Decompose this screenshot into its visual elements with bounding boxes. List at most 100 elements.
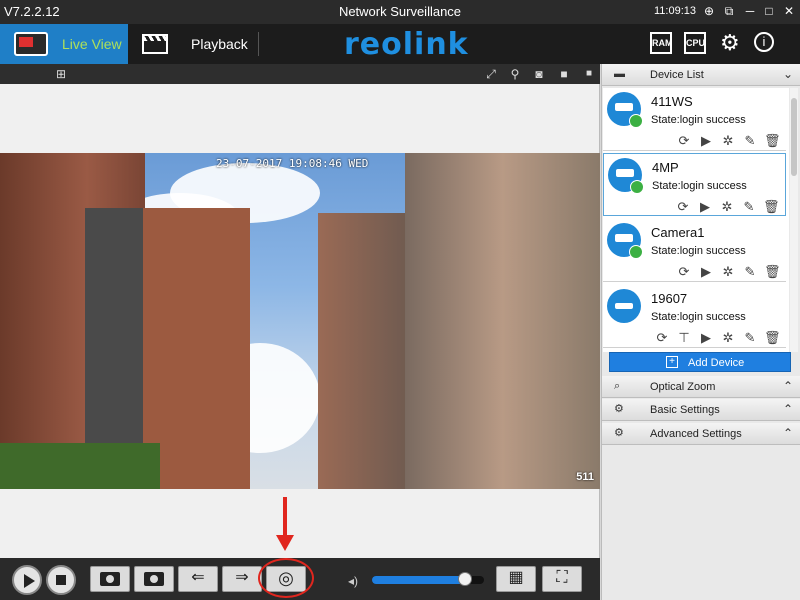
grid-layout-icon: ▦ [508, 569, 524, 586]
annotation-circle [258, 558, 314, 598]
device-state: State:login success [652, 180, 747, 192]
stop-icon [56, 575, 66, 585]
building [318, 213, 413, 489]
record-button[interactable] [134, 566, 174, 592]
volume-handle[interactable] [457, 572, 472, 586]
play-icon[interactable]: ▶ [698, 330, 714, 346]
live-view-area: 23-07-2017 19:08:46 WED 511 [0, 84, 600, 558]
annotation-arrow [276, 497, 294, 551]
zoom-icon[interactable]: ⚲ [508, 67, 522, 81]
device-state: State:login success [651, 114, 746, 126]
chevron-up-icon[interactable]: ⌃ [783, 379, 793, 393]
record-icon[interactable]: ■ [557, 67, 571, 81]
device-list-scrollbar[interactable] [790, 88, 798, 352]
optical-zoom-header[interactable]: ⌕ Optical Zoom ⌃ [602, 376, 800, 398]
optical-zoom-title: Optical Zoom [650, 381, 716, 393]
edit-icon[interactable]: ✎ [742, 133, 758, 149]
device-card[interactable]: Camera1 State:login success ⟳ ▶ ✲ ✎ 🗑 [603, 219, 786, 282]
cpu-icon[interactable]: CPU [684, 32, 706, 54]
nvr-device-icon [607, 289, 641, 323]
fullscreen-expand-icon: ⛶ [556, 569, 568, 586]
next-button[interactable]: ⇒ [222, 566, 262, 592]
trees [0, 443, 160, 489]
play-button[interactable] [12, 565, 42, 595]
video-camera-icon [144, 572, 164, 586]
gear-icon[interactable]: ⚙ [720, 30, 740, 56]
settings-icon[interactable]: ✲ [720, 133, 736, 149]
advanced-settings-header[interactable]: ⚙ Advanced Settings ⌃ [602, 423, 800, 445]
refresh-icon[interactable]: ⟳ [676, 133, 692, 149]
fullscreen-icon[interactable]: ⤢ [484, 67, 498, 81]
previous-button[interactable]: ⇐ [178, 566, 218, 592]
play-icon[interactable]: ▶ [698, 264, 714, 280]
info-icon[interactable]: i [754, 32, 774, 52]
arrow-left-icon: ⇐ [191, 569, 205, 586]
osd-channel: 511 [576, 471, 594, 483]
device-list-header[interactable]: ▬ Device List ⌄ [602, 64, 800, 86]
delete-icon[interactable]: 🗑 [764, 133, 781, 149]
device-card[interactable]: 411WS State:login success ⟳ ▶ ✲ ✎ 🗑 [603, 88, 786, 151]
volume-icon[interactable]: ◂) [348, 574, 358, 588]
camera-list-icon[interactable]: ⊤ [676, 330, 692, 346]
edit-icon[interactable]: ✎ [742, 264, 758, 280]
edit-icon[interactable]: ✎ [742, 330, 758, 346]
device-list-title: Device List [650, 69, 704, 81]
ram-icon[interactable]: RAM [650, 32, 673, 54]
device-list: 411WS State:login success ⟳ ▶ ✲ ✎ 🗑 4MP Stat… [603, 88, 789, 352]
delete-icon[interactable]: 🗑 [764, 330, 781, 346]
add-device-button[interactable]: + Add Device [609, 352, 791, 372]
camera-device-icon [608, 158, 644, 194]
snapshot-button[interactable] [90, 566, 130, 592]
camera-icon [100, 572, 120, 586]
tab-live-view[interactable]: Live View [0, 24, 128, 64]
settings-icon[interactable]: ✲ [720, 330, 736, 346]
add-device-label: Add Device [688, 357, 745, 369]
volume-fill [372, 576, 465, 584]
restore-icon[interactable]: ⧉ [722, 4, 736, 18]
basic-settings-title: Basic Settings [650, 404, 720, 416]
settings-icon[interactable]: ✲ [719, 199, 735, 215]
layout-button[interactable]: ▦ [496, 566, 536, 592]
refresh-icon[interactable]: ⟳ [676, 264, 692, 280]
device-actions: ⟳ ▶ ✲ ✎ 🗑 [669, 198, 780, 215]
delete-icon[interactable]: 🗑 [763, 199, 780, 215]
device-list-icon: ▬ [614, 68, 625, 80]
play-icon[interactable]: ▶ [697, 199, 713, 215]
camera-feed[interactable]: 23-07-2017 19:08:46 WED 511 [0, 153, 600, 489]
device-card-selected[interactable]: 4MP State:login success ⟳ ▶ ✲ ✎ 🗑 [603, 153, 786, 216]
basic-settings-header[interactable]: ⚙ Basic Settings ⌃ [602, 399, 800, 421]
play-icon[interactable]: ▶ [698, 133, 714, 149]
close-button[interactable]: ✕ [782, 4, 796, 18]
device-card[interactable]: 19607 State:login success ⟳ ⊤ ▶ ✲ ✎ 🗑 [603, 285, 786, 348]
maximize-button[interactable]: □ [762, 4, 776, 18]
scrollbar-thumb[interactable] [791, 98, 797, 176]
osd-timestamp: 23-07-2017 19:08:46 WED [216, 157, 369, 170]
chevron-down-icon[interactable]: ⌄ [783, 67, 793, 81]
app-window: V7.2.2.12 Network Surveillance 11:09:13 … [0, 0, 800, 600]
camera-advanced-icon: ⚙ [614, 427, 624, 439]
stop-button[interactable] [46, 565, 76, 595]
arrow-right-icon: ⇒ [235, 569, 249, 586]
settings-icon[interactable]: ✲ [720, 264, 736, 280]
device-tree-icon[interactable]: ⊞ [54, 67, 68, 81]
device-name: 411WS [651, 94, 693, 109]
camera-device-icon [607, 223, 643, 259]
chevron-up-icon[interactable]: ⌃ [783, 402, 793, 416]
device-actions: ⟳ ⊤ ▶ ✲ ✎ 🗑 [648, 329, 781, 346]
device-actions: ⟳ ▶ ✲ ✎ 🗑 [670, 263, 781, 280]
chevron-up-icon[interactable]: ⌃ [783, 426, 793, 440]
device-state: State:login success [651, 311, 746, 323]
reolink-logo: reolink [344, 27, 469, 62]
refresh-icon[interactable]: ⟳ [675, 199, 691, 215]
fullscreen-button[interactable]: ⛶ [542, 566, 582, 592]
snapshot-icon[interactable]: ◙ [532, 67, 546, 81]
close-view-icon[interactable]: ■ [582, 67, 596, 81]
delete-icon[interactable]: 🗑 [764, 264, 781, 280]
refresh-icon[interactable]: ⟳ [654, 330, 670, 346]
minimize-button[interactable]: ─ [743, 4, 757, 18]
edit-icon[interactable]: ✎ [741, 199, 757, 215]
tab-playback-label: Playback [191, 36, 248, 52]
tab-playback[interactable]: Playback [128, 24, 258, 64]
volume-slider[interactable] [372, 572, 484, 586]
language-icon[interactable]: ⊕ [702, 4, 716, 18]
